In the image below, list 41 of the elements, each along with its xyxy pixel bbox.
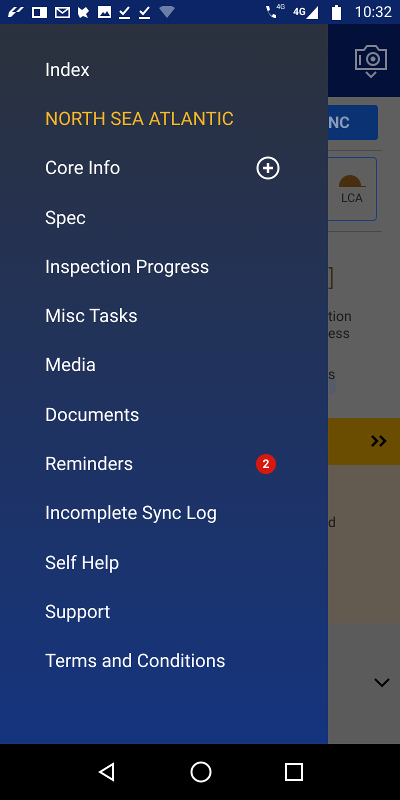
phone-icon xyxy=(264,5,276,19)
menu-item[interactable]: Misc Tasks xyxy=(0,291,328,341)
arrows-icon xyxy=(8,6,24,18)
check-icon xyxy=(119,6,131,18)
wifi-icon xyxy=(159,6,175,18)
battery-icon xyxy=(332,4,341,20)
home-icon[interactable] xyxy=(190,761,212,783)
menu-item[interactable]: Spec xyxy=(0,192,328,242)
menu-item[interactable]: Reminders 2 xyxy=(0,439,328,489)
recents-icon[interactable] xyxy=(285,763,304,781)
chevron-down-icon[interactable] xyxy=(374,678,390,688)
tile-label: ess xyxy=(328,326,351,343)
menu-item[interactable]: Support xyxy=(0,587,328,637)
card-label: LCA xyxy=(341,190,363,206)
menu-item[interactable]: Index xyxy=(0,45,328,94)
menu-item[interactable]: Incomplete Sync Log xyxy=(0,488,328,538)
calendar-icon xyxy=(32,6,47,18)
menu-item[interactable]: Inspection Progress xyxy=(0,242,328,292)
menu-item[interactable]: NORTH SEA ATLANTIC xyxy=(0,94,328,144)
signal-icon xyxy=(306,5,318,19)
menu-item[interactable]: Self Help xyxy=(0,538,328,588)
hard-hat-icon xyxy=(338,172,366,187)
count-badge: 2 xyxy=(256,454,276,474)
image-icon xyxy=(98,6,111,18)
sync-button[interactable]: NC xyxy=(328,105,378,140)
camera-icon[interactable] xyxy=(354,42,388,70)
check-icon xyxy=(139,6,151,18)
tile-label: tion xyxy=(328,309,353,326)
add-icon[interactable] xyxy=(256,156,280,180)
panel-text: d xyxy=(328,514,336,531)
tile-label: s xyxy=(328,367,336,384)
menu-item[interactable]: Core Info xyxy=(0,144,328,193)
menu-item[interactable]: Media xyxy=(0,340,328,390)
chevron-down-icon[interactable] xyxy=(365,70,377,78)
menu-item[interactable]: Terms and Conditions xyxy=(0,636,328,686)
mail-icon xyxy=(55,6,70,18)
network-label: 4G xyxy=(293,6,306,18)
clock-time: 10:32 xyxy=(354,3,392,21)
back-icon[interactable] xyxy=(96,762,117,782)
menu-item[interactable]: Documents xyxy=(0,390,328,440)
double-chevron-icon xyxy=(370,434,388,448)
